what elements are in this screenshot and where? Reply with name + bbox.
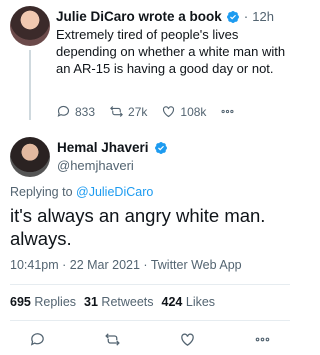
more-dots-icon[interactable] [254, 331, 271, 348]
main-tweet-text: it's always an angry white man. always. [10, 205, 266, 249]
retweets-count: 31 [84, 295, 98, 309]
retweets-stat[interactable]: 31 Retweets [84, 295, 154, 309]
retweet-button[interactable]: 27k [109, 104, 147, 119]
avatar[interactable] [10, 6, 50, 46]
main-author-row: Hemal Jhaveri [57, 140, 168, 155]
parent-tweet-text: Extremely tired of people's lives depend… [56, 27, 286, 76]
replying-to: Replying to @JulieDiCaro [10, 185, 153, 199]
avatar[interactable] [10, 137, 50, 177]
parent-author-row: Julie DiCaro wrote a book · 12h [56, 9, 274, 24]
tweet-time[interactable]: 12h [252, 9, 274, 24]
author-name[interactable]: Hemal Jhaveri [57, 140, 149, 155]
parent-actions: 833 27k 108k [56, 104, 249, 119]
retweet-count: 27k [128, 104, 148, 119]
main-actions [0, 331, 300, 348]
replies-label: Replies [34, 295, 77, 309]
retweet-icon[interactable] [104, 331, 121, 348]
separator-dot: · [243, 9, 249, 24]
verified-badge-icon [154, 141, 167, 154]
divider [10, 320, 290, 321]
reply-icon[interactable] [29, 331, 46, 348]
more-button[interactable] [220, 104, 235, 119]
heart-icon[interactable] [179, 331, 196, 348]
like-button[interactable]: 108k [161, 104, 206, 119]
replying-prefix: Replying to [10, 185, 77, 199]
heart-icon [163, 106, 175, 118]
likes-count: 424 [161, 295, 183, 309]
replies-stat[interactable]: 695 Replies [10, 295, 76, 309]
verified-badge-icon [226, 10, 239, 23]
retweets-label: Retweets [101, 295, 154, 309]
more-dots-icon [221, 109, 234, 114]
retweet-icon [110, 106, 123, 117]
author-name[interactable]: Julie DiCaro wrote a book [56, 9, 222, 24]
reply-icon [57, 105, 70, 117]
mention-link[interactable]: @JulieDiCaro [76, 185, 153, 199]
tweet-timestamp[interactable]: 10:41pm · 22 Mar 2021 · Twitter Web App [10, 258, 242, 272]
likes-label: Likes [185, 295, 216, 309]
likes-stat[interactable]: 424 Likes [162, 295, 216, 309]
reply-button[interactable]: 833 [56, 104, 95, 119]
divider [10, 284, 290, 285]
replies-count: 695 [10, 295, 31, 309]
like-count: 108k [180, 104, 207, 119]
tweet-stats: 695 Replies 31 Retweets 424 Likes [10, 295, 215, 309]
thread-line [29, 50, 31, 120]
author-handle[interactable]: @hemjhaveri [57, 158, 134, 173]
reply-count: 833 [75, 104, 96, 119]
